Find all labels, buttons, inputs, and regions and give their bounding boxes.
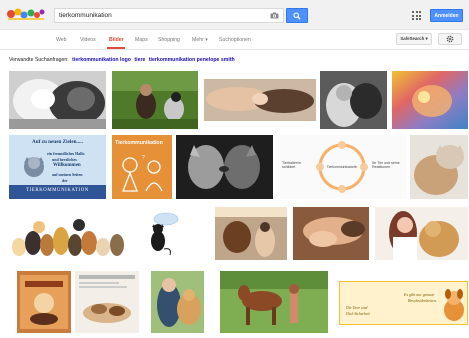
yellow-line: Bescheidenheiten.	[408, 298, 437, 303]
poster-brand: TIERKOMMUNIKATION	[26, 188, 89, 193]
yellow-line: Es gibt nur genaue	[404, 292, 435, 297]
image-result[interactable]	[220, 271, 328, 333]
tab-maps[interactable]: Maps	[135, 37, 148, 43]
image-result[interactable]	[138, 207, 214, 260]
yellow-line: Dich Sicherheit	[346, 312, 370, 316]
settings-button[interactable]	[438, 33, 462, 45]
cartoon-illustration: ?	[122, 155, 163, 192]
search-input[interactable]: tierkommunikation	[54, 8, 284, 23]
tab-videos[interactable]: Videos	[80, 37, 96, 43]
tab-images[interactable]: Bilder	[109, 37, 124, 43]
related-link-penelope-smith[interactable]: tierkommunikation penelope smith	[149, 57, 235, 63]
image-result[interactable]: Tierhalter/in schildert Ihr Tier und sei…	[276, 135, 406, 199]
poster-line: der	[62, 178, 68, 183]
poster-line: und herzliches	[52, 157, 77, 162]
poster-title: Auf zu neuen Zielen.....	[31, 139, 83, 145]
image-result[interactable]	[392, 71, 468, 129]
image-result[interactable]	[9, 207, 132, 260]
gear-icon	[446, 35, 454, 43]
diagram-center-label: Tierkommunikator/in	[326, 165, 358, 169]
safesearch-dropdown[interactable]: SafeSearch ▾	[396, 33, 432, 45]
signin-button[interactable]: Anmelden	[430, 9, 463, 22]
related-link-tiere[interactable]: tiere	[134, 57, 145, 63]
orange-tile-title: Tierkommunikation	[115, 140, 163, 146]
image-result[interactable]	[204, 79, 316, 121]
yellow-line: Die Tiere sind	[346, 306, 368, 310]
diagram-right-label: Ihr Tier und seine Reaktionen	[372, 161, 400, 170]
diagram-left-label: Tierhalter/in schildert	[282, 161, 301, 170]
image-result[interactable]	[151, 271, 204, 333]
poster-line: auf meinen Seiten	[52, 172, 83, 177]
poster-line: ein freundliches Hallo	[47, 151, 85, 156]
related-searches: Verwandte Suchanfragen: tierkommunikatio…	[9, 57, 235, 63]
svg-text:?: ?	[142, 155, 145, 161]
search-query-text[interactable]: tierkommunikation	[55, 12, 270, 19]
image-result[interactable]	[75, 271, 139, 333]
tab-web[interactable]: Web	[56, 37, 67, 43]
poster-line: Willkommen	[53, 163, 81, 168]
apps-grid-icon[interactable]	[412, 11, 421, 20]
google-doodle-logo[interactable]	[6, 6, 46, 22]
image-result[interactable]	[215, 207, 287, 260]
google-images-page: tierkommunikation Anmelden Web Videos Bi…	[0, 0, 469, 338]
image-result[interactable]	[293, 207, 369, 260]
image-result[interactable]: Auf zu neuen Zielen..... ein freundliche…	[9, 135, 106, 199]
image-result[interactable]	[176, 135, 273, 199]
image-result[interactable]	[320, 71, 387, 129]
image-result[interactable]	[410, 135, 468, 199]
magnifier-icon	[293, 11, 301, 20]
tab-shopping[interactable]: Shopping	[158, 37, 180, 43]
related-searches-label: Verwandte Suchanfragen:	[9, 57, 69, 63]
wolf-illustration	[24, 157, 44, 177]
tab-more[interactable]: Mehr ▾	[192, 37, 208, 43]
camera-icon[interactable]	[270, 12, 279, 19]
image-result[interactable]	[112, 71, 198, 129]
search-button[interactable]	[286, 8, 308, 23]
image-result[interactable]	[9, 71, 106, 129]
tab-search-tools[interactable]: Suchoptionen	[219, 37, 251, 43]
image-result[interactable]: Es gibt nur genaue Bescheidenheiten. Die…	[339, 281, 468, 325]
related-link-logo[interactable]: tierkommunikation logo	[72, 57, 131, 63]
top-bar: tierkommunikation Anmelden	[0, 0, 469, 30]
cartoon-dog-illustration	[444, 289, 464, 321]
image-result[interactable]	[375, 207, 468, 260]
image-result[interactable]: Tierkommunikation ?	[112, 135, 172, 199]
active-tab-indicator	[107, 47, 125, 49]
image-result[interactable]	[17, 271, 71, 333]
